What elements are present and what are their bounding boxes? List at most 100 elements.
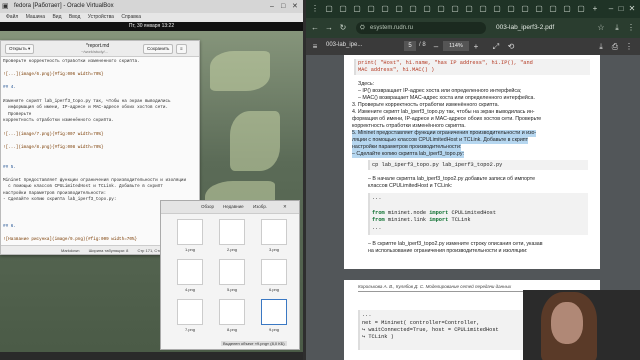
editor-line: настройки параметров производительности:	[3, 190, 107, 196]
zoom-in-icon[interactable]: +	[471, 42, 481, 52]
webcam-overlay	[523, 290, 640, 360]
menu-devices[interactable]: Устройства	[88, 14, 114, 20]
tab-icon[interactable]: ▢	[324, 4, 334, 14]
download-icon[interactable]: ⤓	[596, 42, 606, 52]
url-input[interactable]: ⛭ esystem.rudn.ru	[356, 22, 486, 34]
tab-icon[interactable]: ▢	[436, 4, 446, 14]
reload-icon[interactable]: ↻	[338, 23, 348, 33]
thumbnail-image[interactable]	[261, 299, 287, 325]
clock[interactable]: Пт, 30 января 13:22	[129, 23, 174, 29]
editor-line: с помощью классов CPULimitedHost и TCLin…	[3, 184, 163, 190]
gnome-top-bar: Пт, 30 января 13:22	[0, 22, 303, 31]
vm-status-bar	[0, 352, 303, 360]
code-line: MAC address", h1.MAC() )	[358, 67, 435, 73]
code-line: ...	[362, 312, 372, 318]
tab-icon[interactable]: ▢	[422, 4, 432, 14]
tab-icon[interactable]: ▢	[394, 4, 404, 14]
menu-file[interactable]: Файл	[6, 14, 18, 20]
thumbnail-image[interactable]	[219, 219, 245, 245]
virtualbox-icon: ▣	[2, 3, 9, 10]
tab-icon[interactable]: ▢	[534, 4, 544, 14]
menu-machine[interactable]: Машина	[26, 14, 45, 20]
tab-icon[interactable]: ▢	[380, 4, 390, 14]
maximize-icon[interactable]: □	[616, 4, 626, 14]
back-icon[interactable]: ←	[310, 23, 320, 33]
editor-line: корректность отработки изменённого скрип…	[3, 118, 114, 124]
thumbnail-image[interactable]	[219, 259, 245, 285]
status-tab-width[interactable]: Ширина табуляции: 8	[89, 248, 129, 253]
code-line: ...	[372, 225, 382, 231]
tab-icon[interactable]: ▢	[366, 4, 376, 14]
thumbnail-label: 5.png	[226, 287, 237, 292]
tab-icon[interactable]: ▢	[492, 4, 502, 14]
zoom-level[interactable]: 114%	[443, 41, 469, 51]
editor-line: ## 4.	[3, 85, 16, 91]
menu-help[interactable]: Справка	[121, 14, 141, 20]
fit-page-icon[interactable]: ⤢	[491, 42, 501, 52]
thumbnail-image[interactable]	[261, 219, 287, 245]
sidebar-menu-icon[interactable]: ≡	[310, 42, 320, 52]
tab-icon[interactable]: ▢	[408, 4, 418, 14]
close-icon[interactable]: ✕	[283, 204, 287, 210]
editor-line: Mininet предоставляет функции ограничени…	[3, 177, 187, 183]
site-info-icon[interactable]: ⛭	[360, 22, 365, 34]
thumbnail-image[interactable]	[261, 259, 287, 285]
menu-view[interactable]: Вид	[52, 14, 61, 20]
page-header: Королькова А. В., Кулябов Д. С. Моделиро…	[358, 284, 512, 289]
thumbnail-image[interactable]	[177, 259, 203, 285]
tab-icon[interactable]: ▢	[338, 4, 348, 14]
hamburger-menu-icon[interactable]: ≡	[176, 44, 187, 54]
tab-icon[interactable]: ▢	[576, 4, 586, 14]
tab-icon[interactable]: ▢	[548, 4, 558, 14]
numbered-item: формация об имени, IP-адресе и MAC-адрес…	[352, 116, 542, 122]
save-button[interactable]: Сохранить	[143, 44, 174, 54]
more-icon[interactable]: ⋮	[626, 23, 636, 33]
page-number-input[interactable]: 5	[404, 41, 416, 51]
code-line: ...	[372, 195, 382, 201]
thumbnail-image[interactable]	[177, 299, 203, 325]
tab-icon[interactable]: ▢	[506, 4, 516, 14]
editor-line: ![...](image/7.png){#fig:007 width=70%}	[3, 131, 104, 137]
thumbnail-image[interactable]	[177, 219, 203, 245]
page-total: / 8	[419, 42, 426, 48]
tab-recent[interactable]: Недавние	[223, 204, 244, 209]
thumbnail-label: 3.png	[268, 247, 279, 252]
open-button[interactable]: Открыть ▾	[5, 44, 35, 54]
tab-icon[interactable]: ▢	[352, 4, 362, 14]
menu-input[interactable]: Ввод	[69, 14, 81, 20]
tab-icon[interactable]: ▢	[562, 4, 572, 14]
numbered-item: 3. Проверьте корректность отработки изме…	[352, 102, 500, 108]
thumbnail-image[interactable]	[219, 299, 245, 325]
new-tab-icon[interactable]: +	[590, 4, 600, 14]
rotate-icon[interactable]: ⟲	[506, 42, 516, 52]
wallpaper-leaf	[230, 111, 280, 171]
document-title: 003-lab_iperf3-2.pdf	[496, 24, 555, 31]
status-language[interactable]: Markdown	[61, 248, 79, 253]
bullet-item: на использование ограничения производите…	[368, 248, 528, 254]
maximize-icon[interactable]: □	[281, 0, 285, 13]
close-icon[interactable]: ✕	[627, 4, 637, 14]
tab-overview[interactable]: Обзор	[201, 204, 214, 209]
download-icon[interactable]: ⤓	[612, 23, 622, 33]
minimize-icon[interactable]: –	[606, 4, 616, 14]
browser-menu-icon[interactable]: ⋮	[310, 4, 320, 14]
close-icon[interactable]: ✕	[292, 0, 298, 13]
zoom-out-icon[interactable]: –	[431, 42, 441, 52]
tab-icon[interactable]: ▢	[478, 4, 488, 14]
browser-tab-bar: ⋮ ▢ ▢ ▢ ▢ ▢ ▢ ▢ ▢ ▢ ▢ ▢ ▢ ▢ ▢ ▢ ▢ ▢ ▢ ▢ …	[306, 0, 640, 18]
minimize-icon[interactable]: –	[270, 0, 274, 13]
more-icon[interactable]: ⋮	[624, 42, 634, 52]
print-icon[interactable]: ⎙	[610, 42, 620, 52]
tab-images[interactable]: Изобр.	[253, 204, 267, 209]
tab-icon[interactable]: ▢	[450, 4, 460, 14]
thumbnail-label: 1.png	[184, 247, 195, 252]
tab-icon[interactable]: ▢	[464, 4, 474, 14]
file-manager-window: Обзор Недавние Изобр. ✕ 1.png 2.png 3.png 4…	[160, 200, 300, 350]
forward-icon[interactable]: →	[324, 23, 334, 33]
bookmark-icon[interactable]: ☆	[596, 23, 606, 33]
bullet-item: – В начале скрипта lab_iperf3_topo2.py д…	[368, 176, 536, 182]
thumbnail-label: 9.png	[268, 327, 279, 332]
editor-line: Изменяте скрипт lab_iperf3_topo.py так, …	[3, 98, 171, 104]
tab-icon[interactable]: ▢	[520, 4, 530, 14]
